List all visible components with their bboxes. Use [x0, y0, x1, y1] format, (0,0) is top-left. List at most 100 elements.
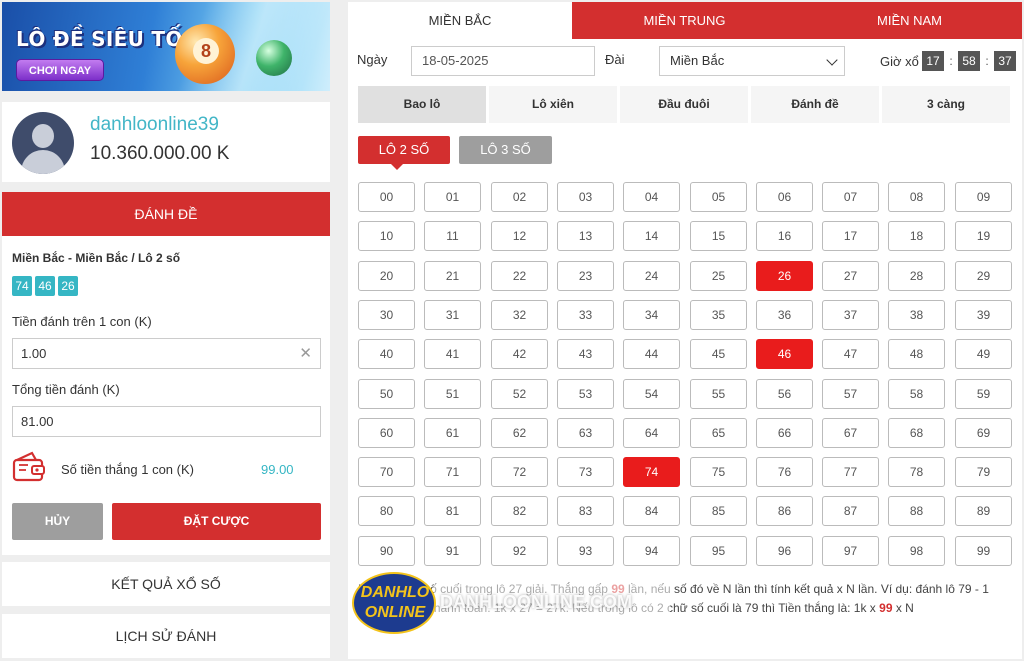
date-input[interactable]: 18-05-2025: [411, 46, 595, 76]
number-cell-52[interactable]: 52: [491, 379, 548, 409]
number-cell-46[interactable]: 46: [756, 339, 813, 369]
number-cell-81[interactable]: 81: [424, 496, 481, 526]
number-cell-26[interactable]: 26: [756, 261, 813, 291]
number-cell-80[interactable]: 80: [358, 496, 415, 526]
number-cell-72[interactable]: 72: [491, 457, 548, 487]
number-cell-41[interactable]: 41: [424, 339, 481, 369]
number-cell-82[interactable]: 82: [491, 496, 548, 526]
number-cell-95[interactable]: 95: [690, 536, 747, 566]
number-cell-91[interactable]: 91: [424, 536, 481, 566]
number-cell-29[interactable]: 29: [955, 261, 1012, 291]
number-cell-44[interactable]: 44: [623, 339, 680, 369]
total-input[interactable]: 81.00: [12, 406, 321, 437]
mode-lo-3-so-button[interactable]: LÔ 3 SỐ: [459, 136, 552, 164]
number-cell-64[interactable]: 64: [623, 418, 680, 448]
number-cell-73[interactable]: 73: [557, 457, 614, 487]
number-cell-18[interactable]: 18: [888, 221, 945, 251]
number-cell-45[interactable]: 45: [690, 339, 747, 369]
number-cell-07[interactable]: 07: [822, 182, 879, 212]
number-cell-33[interactable]: 33: [557, 300, 614, 330]
number-cell-68[interactable]: 68: [888, 418, 945, 448]
number-cell-50[interactable]: 50: [358, 379, 415, 409]
number-cell-43[interactable]: 43: [557, 339, 614, 369]
subtab-danh-de[interactable]: Đánh đề: [751, 86, 879, 123]
stake-input[interactable]: 1.00 ✕: [12, 338, 321, 369]
number-cell-35[interactable]: 35: [690, 300, 747, 330]
subtab-dau-duoi[interactable]: Đầu đuôi: [620, 86, 748, 123]
number-cell-02[interactable]: 02: [491, 182, 548, 212]
number-cell-76[interactable]: 76: [756, 457, 813, 487]
number-cell-08[interactable]: 08: [888, 182, 945, 212]
number-cell-93[interactable]: 93: [557, 536, 614, 566]
number-cell-74[interactable]: 74: [623, 457, 680, 487]
number-cell-17[interactable]: 17: [822, 221, 879, 251]
number-cell-39[interactable]: 39: [955, 300, 1012, 330]
subtab-lo-xien[interactable]: Lô xiên: [489, 86, 617, 123]
number-cell-90[interactable]: 90: [358, 536, 415, 566]
number-cell-63[interactable]: 63: [557, 418, 614, 448]
number-cell-96[interactable]: 96: [756, 536, 813, 566]
bet-history-link[interactable]: LỊCH SỬ ĐÁNH: [2, 614, 330, 658]
number-cell-42[interactable]: 42: [491, 339, 548, 369]
number-cell-92[interactable]: 92: [491, 536, 548, 566]
number-cell-10[interactable]: 10: [358, 221, 415, 251]
number-cell-53[interactable]: 53: [557, 379, 614, 409]
number-cell-88[interactable]: 88: [888, 496, 945, 526]
clear-icon[interactable]: ✕: [299, 339, 312, 368]
number-cell-34[interactable]: 34: [623, 300, 680, 330]
number-cell-77[interactable]: 77: [822, 457, 879, 487]
number-cell-75[interactable]: 75: [690, 457, 747, 487]
number-cell-01[interactable]: 01: [424, 182, 481, 212]
lottery-results-link[interactable]: KẾT QUẢ XỔ SỐ: [2, 562, 330, 606]
number-cell-22[interactable]: 22: [491, 261, 548, 291]
number-cell-97[interactable]: 97: [822, 536, 879, 566]
number-cell-89[interactable]: 89: [955, 496, 1012, 526]
number-cell-03[interactable]: 03: [557, 182, 614, 212]
number-cell-62[interactable]: 62: [491, 418, 548, 448]
number-cell-06[interactable]: 06: [756, 182, 813, 212]
number-cell-13[interactable]: 13: [557, 221, 614, 251]
number-cell-78[interactable]: 78: [888, 457, 945, 487]
number-cell-70[interactable]: 70: [358, 457, 415, 487]
number-cell-99[interactable]: 99: [955, 536, 1012, 566]
number-cell-05[interactable]: 05: [690, 182, 747, 212]
number-cell-15[interactable]: 15: [690, 221, 747, 251]
number-cell-37[interactable]: 37: [822, 300, 879, 330]
number-cell-27[interactable]: 27: [822, 261, 879, 291]
promo-banner[interactable]: LÔ ĐỀ SIÊU TỐC CHƠI NGAY 8: [2, 2, 330, 91]
number-cell-47[interactable]: 47: [822, 339, 879, 369]
number-cell-61[interactable]: 61: [424, 418, 481, 448]
number-cell-66[interactable]: 66: [756, 418, 813, 448]
number-cell-20[interactable]: 20: [358, 261, 415, 291]
cancel-button[interactable]: HỦY: [12, 503, 103, 540]
number-cell-55[interactable]: 55: [690, 379, 747, 409]
number-cell-94[interactable]: 94: [623, 536, 680, 566]
number-cell-98[interactable]: 98: [888, 536, 945, 566]
tab-mien-trung[interactable]: MIỀN TRUNG: [572, 2, 797, 39]
subtab-3-cang[interactable]: 3 càng: [882, 86, 1010, 123]
mode-lo-2-so-button[interactable]: LÔ 2 SỐ: [358, 136, 450, 164]
number-cell-69[interactable]: 69: [955, 418, 1012, 448]
number-cell-14[interactable]: 14: [623, 221, 680, 251]
number-cell-16[interactable]: 16: [756, 221, 813, 251]
number-cell-58[interactable]: 58: [888, 379, 945, 409]
number-cell-23[interactable]: 23: [557, 261, 614, 291]
number-cell-60[interactable]: 60: [358, 418, 415, 448]
number-cell-11[interactable]: 11: [424, 221, 481, 251]
number-cell-83[interactable]: 83: [557, 496, 614, 526]
tab-mien-bac[interactable]: MIỀN BẮC: [348, 2, 572, 39]
number-cell-87[interactable]: 87: [822, 496, 879, 526]
number-cell-31[interactable]: 31: [424, 300, 481, 330]
number-cell-67[interactable]: 67: [822, 418, 879, 448]
number-cell-04[interactable]: 04: [623, 182, 680, 212]
number-cell-79[interactable]: 79: [955, 457, 1012, 487]
number-cell-40[interactable]: 40: [358, 339, 415, 369]
number-cell-12[interactable]: 12: [491, 221, 548, 251]
place-bet-button[interactable]: ĐẶT CƯỢC: [112, 503, 321, 540]
number-cell-86[interactable]: 86: [756, 496, 813, 526]
station-select[interactable]: Miền Bắc: [659, 46, 845, 76]
number-cell-38[interactable]: 38: [888, 300, 945, 330]
number-cell-24[interactable]: 24: [623, 261, 680, 291]
number-cell-71[interactable]: 71: [424, 457, 481, 487]
tab-mien-nam[interactable]: MIỀN NAM: [797, 2, 1022, 39]
